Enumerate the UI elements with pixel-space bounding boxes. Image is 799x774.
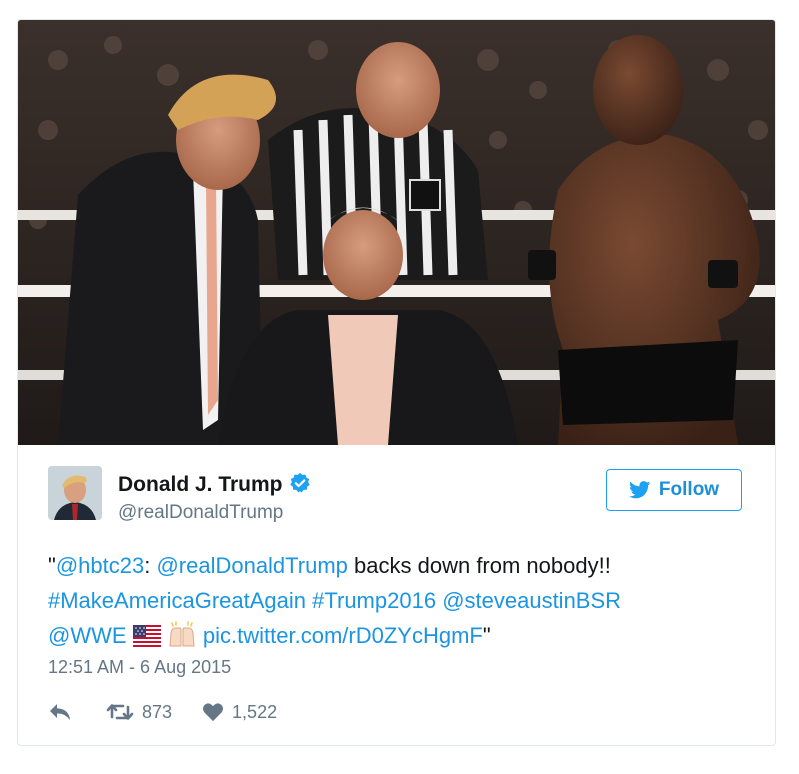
mention-wwe[interactable]: @WWE — [48, 623, 127, 648]
verified-badge-icon — [289, 472, 311, 500]
hashtag-makeamericagreatagain[interactable]: #MakeAmericaGreatAgain — [48, 588, 306, 613]
mention-realdonaldtrump[interactable]: @realDonaldTrump — [156, 553, 347, 578]
heart-icon — [203, 703, 224, 722]
quote-open: " — [48, 553, 56, 578]
retweet-icon — [106, 704, 134, 720]
quote-close: " — [482, 623, 491, 648]
reply-icon — [50, 704, 70, 720]
like-count: 1,522 — [232, 701, 278, 722]
author-name[interactable]: Donald J. Trump — [118, 472, 311, 500]
us-flag-icon — [132, 622, 161, 657]
tweet-media-photo[interactable] — [18, 20, 775, 445]
hashtag-trump2016[interactable]: #Trump2016 — [312, 588, 436, 613]
author-handle[interactable]: @realDonaldTrump — [118, 502, 283, 524]
mention-steveaustinbsr[interactable]: @steveaustinBSR — [442, 588, 621, 613]
wrestling-ring-photo — [18, 20, 775, 445]
raised-hands-icon — [167, 621, 197, 657]
tweet-header: Donald J. Trump @realDonaldTrump Follow — [48, 466, 748, 526]
profile-photo-icon — [48, 466, 102, 520]
tweet-plain-text: backs down from nobody!! — [347, 553, 611, 578]
mention-hbtc23[interactable]: @hbtc23 — [56, 553, 144, 578]
reply-button[interactable] — [48, 702, 72, 722]
retweet-button[interactable]: 873 — [106, 702, 172, 723]
tweet-text: "@hbtc23: @realDonaldTrump backs down fr… — [48, 548, 748, 657]
colon-text: : — [144, 553, 157, 578]
follow-label: Follow — [658, 479, 720, 500]
retweet-count: 873 — [142, 701, 173, 722]
twitter-bird-icon — [628, 481, 651, 499]
tweet-card: Donald J. Trump @realDonaldTrump Follow … — [17, 19, 776, 746]
tweet-timestamp[interactable]: 12:51 AM - 6 Aug 2015 — [48, 657, 231, 678]
tweet-actions: 873 1,522 — [48, 698, 277, 726]
media-link[interactable]: pic.twitter.com/rD0ZYcHgmF — [203, 623, 483, 648]
author-name-text: Donald J. Trump — [118, 473, 283, 496]
author-avatar[interactable] — [48, 466, 102, 520]
follow-button[interactable]: Follow — [606, 469, 742, 511]
like-button[interactable]: 1,522 — [202, 702, 277, 723]
